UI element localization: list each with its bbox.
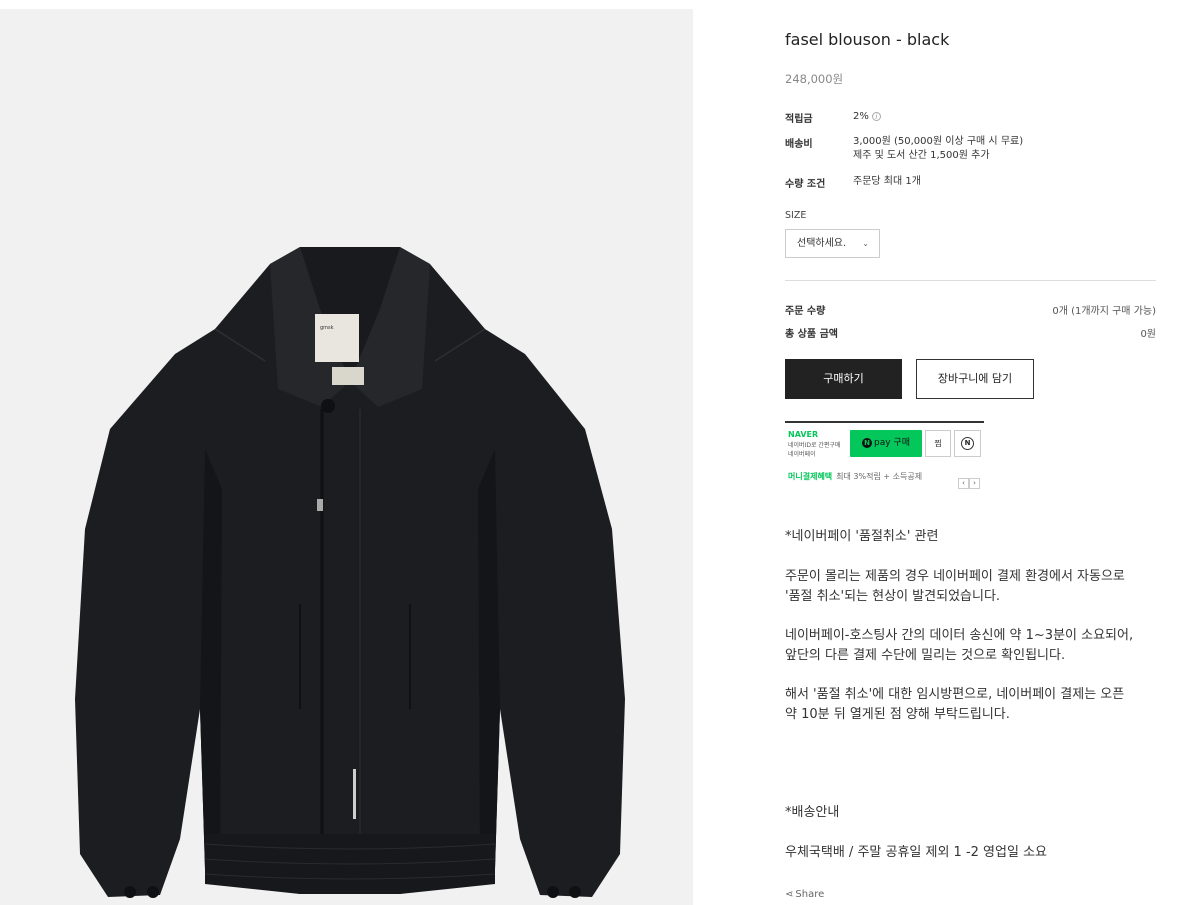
naver-pay-topline: [785, 421, 984, 423]
desc-line: *배송안내: [785, 805, 840, 820]
garment-label: gmsk: [320, 325, 334, 331]
share-icon: ⋖: [785, 889, 794, 900]
naver-pay-logo-icon: N: [862, 438, 872, 448]
naver-pay-label: pay 구매: [874, 438, 910, 448]
desc-line: '품절 취소'되는 현상이 발견되었습니다.: [785, 589, 1001, 604]
size-label: SIZE: [785, 210, 807, 221]
benefit-label: 머니결제혜택: [788, 472, 833, 481]
add-to-cart-button[interactable]: 장바구니에 담기: [916, 359, 1034, 399]
product-price: 248,000원: [785, 72, 844, 86]
naver-pay-widget: NAVER 네이버ID로 간편구매 네이버페이 Npay 구매 찜 N 머니결제…: [785, 421, 985, 489]
wishlist-button[interactable]: 찜: [925, 430, 951, 457]
points-value: 2%: [853, 111, 869, 122]
total-price-value: 0원: [1140, 329, 1156, 340]
naver-sub-text-1: 네이버ID로 간편구매: [788, 442, 841, 449]
total-price-label: 총 상품 금액: [785, 329, 838, 340]
order-quantity-label: 주문 수량: [785, 306, 826, 317]
next-arrow-icon[interactable]: ›: [969, 478, 980, 489]
benefit-arrows: ‹ ›: [958, 470, 980, 489]
shipping-line-1: 3,000원 (50,000원 이상 구매 시 무료): [853, 136, 1024, 147]
info-icon[interactable]: i: [871, 112, 881, 121]
shipping-label: 배송비: [785, 139, 813, 150]
size-select-value: 선택하세요.: [797, 238, 847, 249]
naver-talk-button[interactable]: N: [954, 430, 981, 457]
size-select[interactable]: 선택하세요. ⌄: [785, 229, 880, 258]
naver-benefit: 머니결제혜택 최대 3%적립 + 소득공제: [788, 471, 922, 482]
buy-now-button[interactable]: 구매하기: [785, 359, 902, 399]
desc-line: 주문이 몰리는 제품의 경우 네이버페이 결제 환경에서 자동으로: [785, 569, 1125, 584]
quantity-condition-value: 주문당 최대 1개: [853, 176, 921, 187]
desc-line: 약 10분 뒤 열게된 점 양해 부탁드립니다.: [785, 707, 1010, 722]
share-link[interactable]: ⋖ Share: [785, 889, 824, 900]
product-title: fasel blouson - black: [785, 30, 950, 49]
product-image: gmsk: [0, 9, 693, 905]
desc-line: 해서 '품절 취소'에 대한 임시방편으로, 네이버페이 결제는 오픈: [785, 687, 1125, 702]
points-label: 적립금: [785, 114, 813, 125]
prev-arrow-icon[interactable]: ‹: [958, 478, 969, 489]
naver-brand: NAVER: [788, 430, 819, 439]
quantity-condition-label: 수량 조건: [785, 179, 826, 190]
jacket-illustration: gmsk: [75, 247, 625, 898]
points-value-wrap: 2% i: [853, 110, 881, 124]
divider: [785, 280, 1156, 281]
desc-line: *네이버페이 '품절취소' 관련: [785, 529, 939, 544]
naver-n-icon: N: [961, 437, 974, 450]
desc-line: 네이버페이-호스팅사 간의 데이터 송신에 약 1~3분이 소요되어,: [785, 628, 1134, 643]
shipping-value: 3,000원 (50,000원 이상 구매 시 무료) 제주 및 도서 산간 1…: [853, 135, 1023, 163]
desc-line: 우체국택배 / 주말 공휴일 제외 1 -2 영업일 소요: [785, 845, 1047, 860]
naver-sub-text-2: 네이버페이: [788, 451, 816, 458]
desc-line: 앞단의 다른 결제 수단에 밀리는 것으로 확인됩니다.: [785, 648, 1066, 663]
chevron-down-icon: ⌄: [862, 239, 869, 248]
benefit-text: 최대 3%적립 + 소득공제: [836, 472, 923, 481]
order-quantity-value: 0개 (1개까지 구매 가능): [1052, 306, 1156, 317]
shipping-line-2: 제주 및 도서 산간 1,500원 추가: [853, 150, 990, 161]
naver-pay-button[interactable]: Npay 구매: [850, 430, 922, 457]
share-label: Share: [795, 889, 825, 900]
